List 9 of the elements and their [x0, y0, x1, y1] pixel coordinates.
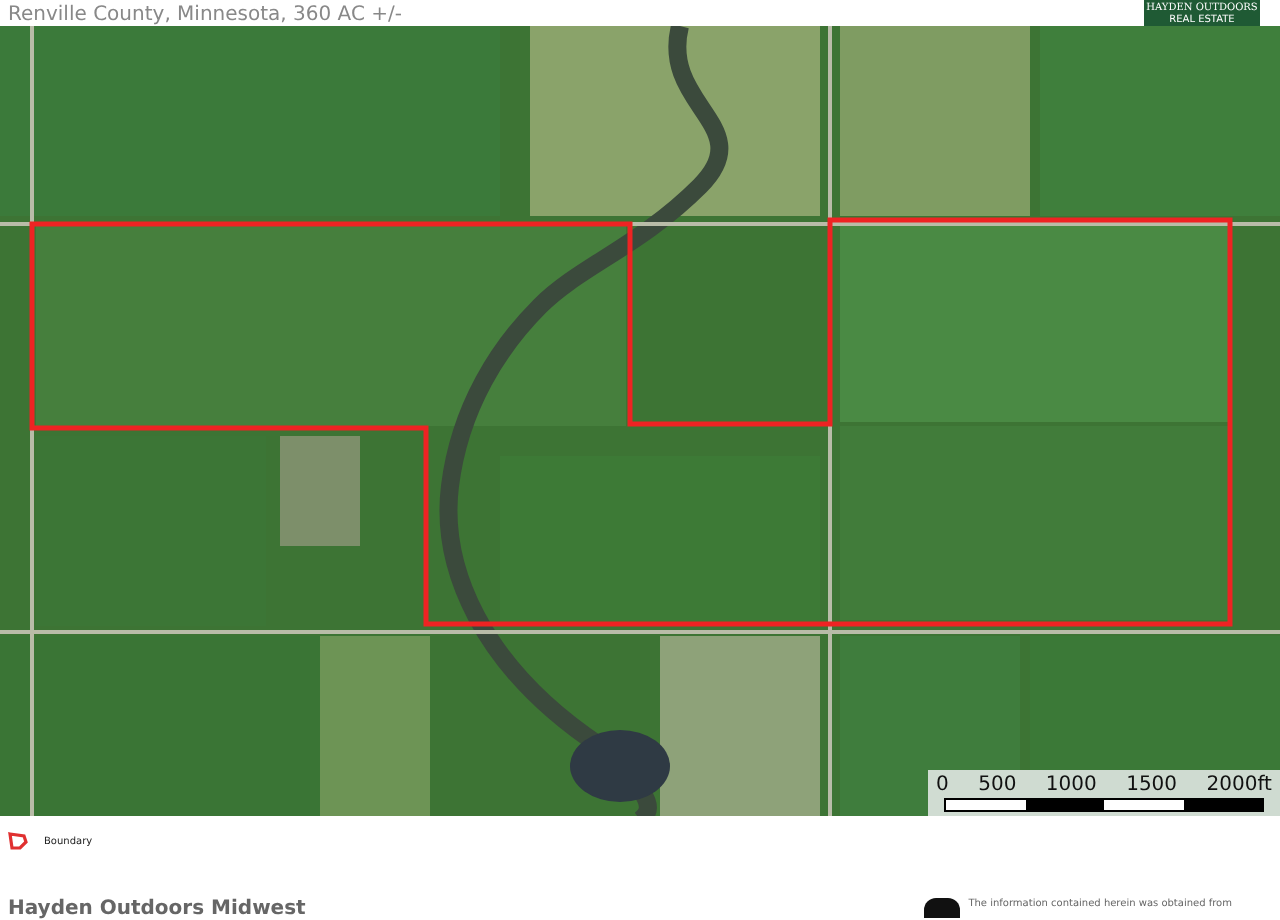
boundary-icon: [8, 832, 28, 850]
company-name: Hayden Outdoors Midwest: [8, 898, 306, 920]
scale-label: 0: [936, 774, 949, 796]
logo-icon: [924, 898, 961, 918]
scale-label: 2000ft: [1206, 774, 1272, 796]
scale-label: 500: [978, 774, 1017, 796]
page-title: Renville County, Minnesota, 360 AC +/-: [8, 4, 402, 26]
scale-label: 1000: [1045, 774, 1097, 796]
scale-label: 1500: [1126, 774, 1178, 796]
